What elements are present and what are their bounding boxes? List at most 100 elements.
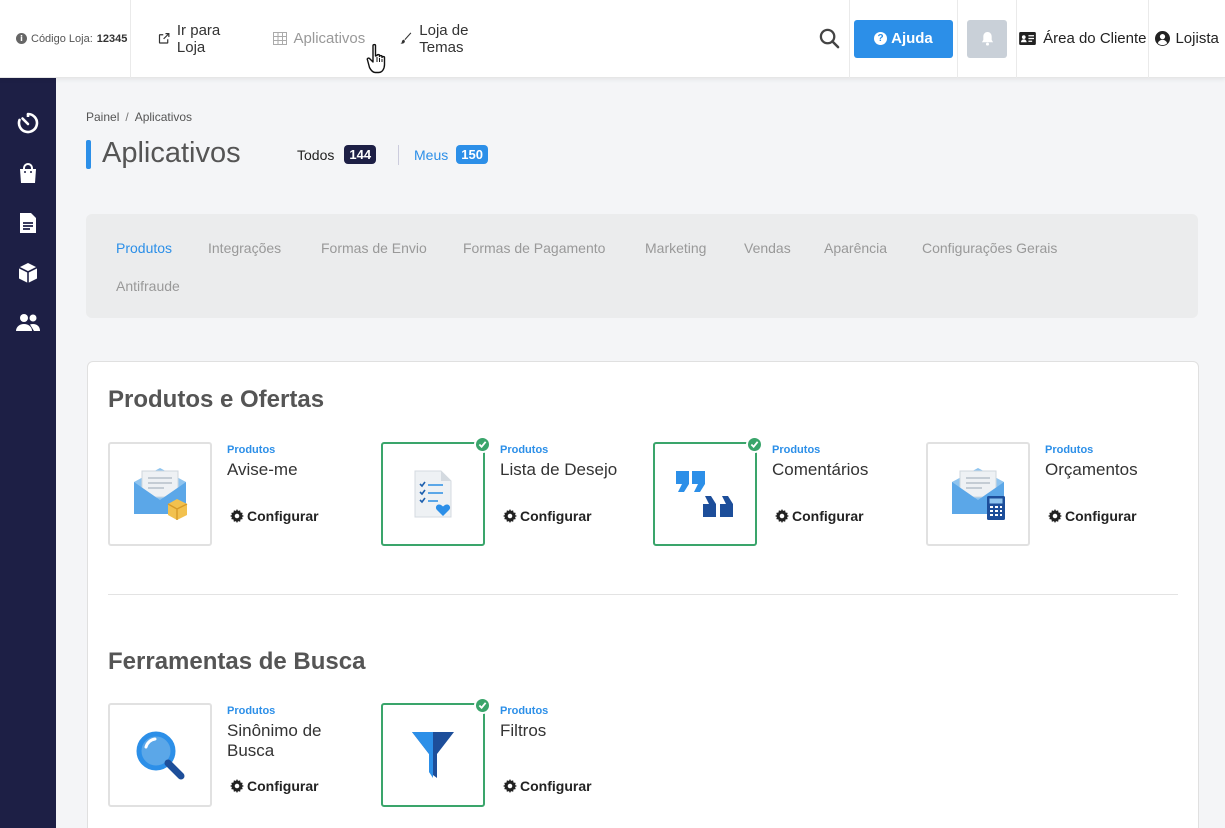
question-icon: ? [874, 32, 888, 45]
wishlist-icon [414, 470, 452, 518]
tab-produtos[interactable]: Produtos [116, 240, 172, 256]
magnifier-icon [136, 731, 185, 780]
themes-link[interactable]: Loja de Temas [400, 0, 497, 78]
app-name: Orçamentos [1045, 460, 1138, 479]
app-category: Produtos [500, 444, 549, 456]
app-icon-button[interactable] [926, 442, 1030, 546]
envelope-calculator-icon [952, 468, 1005, 520]
app-icon-button[interactable] [108, 703, 212, 807]
app-icon-button[interactable] [108, 442, 212, 546]
gear-icon [775, 509, 789, 523]
bell-icon [981, 32, 993, 46]
app-icon-button[interactable] [653, 436, 763, 546]
section-divider [108, 594, 1178, 595]
configure-button[interactable]: Configurar [1048, 508, 1137, 524]
user-menu[interactable]: Lojista [1149, 0, 1225, 78]
help-button[interactable]: ? Ajuda [853, 19, 953, 58]
client-area-label: Área do Cliente [1043, 30, 1147, 47]
tab-marketing[interactable]: Marketing [645, 240, 706, 256]
document-icon [20, 213, 36, 233]
installed-check-icon [474, 697, 491, 714]
stopwatch-icon [17, 112, 39, 134]
tab-aparencia[interactable]: Aparência [824, 240, 887, 256]
client-area-link[interactable]: Área do Cliente [1017, 0, 1150, 78]
app-category: Produtos [772, 444, 821, 456]
top-bar: i Código Loja: 12345 Ir para Loja Aplica… [0, 0, 1225, 78]
app-card: Produtos Filtros Configurar [381, 697, 641, 808]
gear-icon [230, 779, 244, 793]
app-icon-button[interactable] [381, 436, 491, 546]
configure-label: Configurar [1065, 508, 1137, 524]
app-category: Produtos [227, 444, 276, 456]
apps-content: Produtos e Ofertas Produtos Avise-me Con… [87, 361, 1199, 828]
tab-configuracoes-gerais[interactable]: Configurações Gerais [922, 240, 1057, 256]
filter-mine[interactable]: Meus 150 [414, 145, 488, 164]
app-category: Produtos [1045, 444, 1094, 456]
app-name: Avise-me [227, 460, 298, 479]
app-category: Produtos [227, 705, 276, 717]
configure-label: Configurar [247, 778, 319, 794]
tab-formas-de-envio[interactable]: Formas de Envio [321, 240, 427, 256]
filter-mine-count: 150 [456, 145, 488, 164]
apps-label: Aplicativos [293, 30, 366, 47]
category-tabs: Produtos Integrações Formas de Envio For… [86, 214, 1198, 318]
page-title: Aplicativos [102, 137, 241, 169]
notifications-button[interactable] [967, 19, 1008, 58]
store-code-value: 12345 [96, 32, 128, 45]
hand-cursor-icon [366, 43, 386, 74]
help-label: Ajuda [891, 30, 933, 47]
breadcrumb: Painel / Aplicativos [86, 110, 193, 124]
funnel-icon [412, 732, 454, 778]
filter-all[interactable]: Todos 144 [297, 145, 377, 164]
tab-formas-de-pagamento[interactable]: Formas de Pagamento [463, 240, 605, 256]
tab-vendas[interactable]: Vendas [744, 240, 791, 256]
app-card: Produtos Comentários Configurar [653, 436, 913, 547]
configure-button[interactable]: Configurar [503, 508, 592, 524]
envelope-box-icon [134, 468, 188, 520]
sidebar-item-dashboard[interactable] [0, 103, 56, 143]
configure-button[interactable]: Configurar [230, 508, 319, 524]
store-code: i Código Loja: 12345 [0, 0, 131, 78]
search-button[interactable] [809, 0, 851, 78]
configure-button[interactable]: Configurar [230, 778, 319, 794]
sidebar-item-products[interactable] [0, 253, 56, 293]
user-icon [1155, 31, 1171, 46]
themes-label: Loja de Temas [419, 21, 469, 56]
app-category: Produtos [500, 705, 549, 717]
section-title: Ferramentas de Busca [108, 648, 366, 675]
breadcrumb-current: Aplicativos [134, 110, 193, 124]
configure-button[interactable]: Configurar [503, 778, 592, 794]
app-card: Produtos Avise-me Configurar [108, 442, 368, 547]
filter-divider [398, 145, 399, 165]
sidebar-item-orders[interactable] [0, 153, 56, 193]
filter-all-count: 144 [344, 145, 377, 164]
sidebar-item-customers[interactable] [0, 303, 56, 343]
installed-check-icon [746, 436, 763, 453]
app-card: Produtos Sinônimo de Busca Configurar [108, 703, 368, 808]
gear-icon [230, 509, 244, 523]
gear-icon [503, 509, 517, 523]
sidebar-item-documents[interactable] [0, 203, 56, 243]
installed-check-icon [474, 436, 491, 453]
grid-icon [272, 32, 287, 45]
app-name: Sinônimo de Busca [227, 721, 322, 760]
apps-link[interactable]: Aplicativos [272, 0, 366, 78]
info-icon: i [16, 33, 27, 44]
external-link-icon [158, 33, 170, 44]
app-name: Filtros [500, 721, 547, 740]
configure-label: Configurar [792, 508, 864, 524]
sidebar [0, 78, 56, 828]
go-to-store-link[interactable]: Ir para Loja [158, 0, 238, 78]
app-name: Lista de Desejo [500, 460, 618, 479]
configure-label: Configurar [520, 778, 592, 794]
configure-button[interactable]: Configurar [775, 508, 864, 524]
id-card-icon [1019, 32, 1036, 45]
app-icon-button[interactable] [381, 697, 491, 807]
breadcrumb-home[interactable]: Painel [86, 110, 119, 124]
go-to-store-label: Ir para Loja [176, 21, 221, 56]
quotes-icon [676, 471, 733, 517]
store-code-label: Código Loja: [31, 32, 93, 45]
app-name: Comentários [772, 460, 869, 479]
tab-antifraude[interactable]: Antifraude [116, 278, 180, 294]
tab-integracoes[interactable]: Integrações [208, 240, 281, 256]
